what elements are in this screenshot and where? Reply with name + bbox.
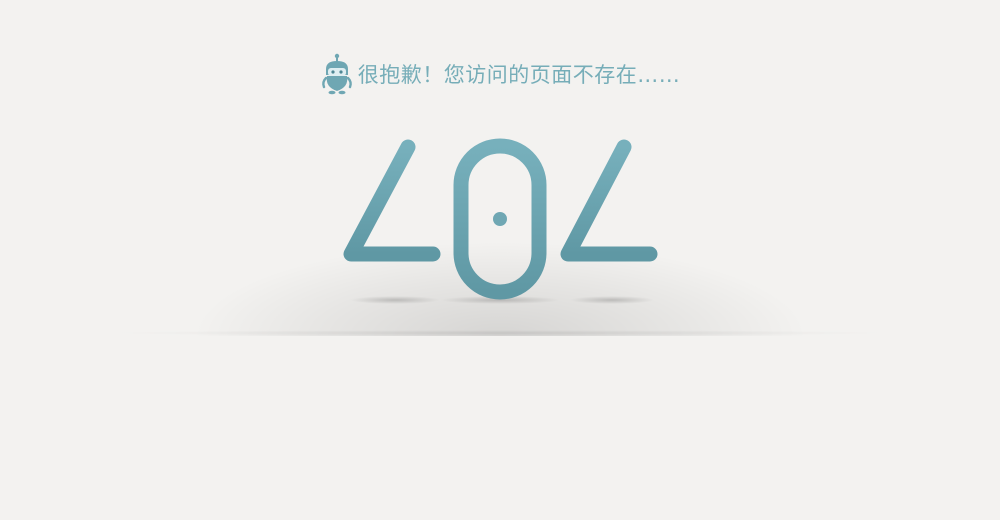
error-page: 很抱歉！您访问的页面不存在…… 404 bbox=[0, 0, 1000, 520]
digit-four-right bbox=[560, 139, 658, 301]
digit-shadow bbox=[350, 296, 440, 304]
digit-zero bbox=[453, 138, 547, 300]
error-code-404: 404 bbox=[343, 138, 658, 304]
digit-shadow bbox=[570, 296, 654, 304]
digit-four-left bbox=[343, 139, 441, 301]
